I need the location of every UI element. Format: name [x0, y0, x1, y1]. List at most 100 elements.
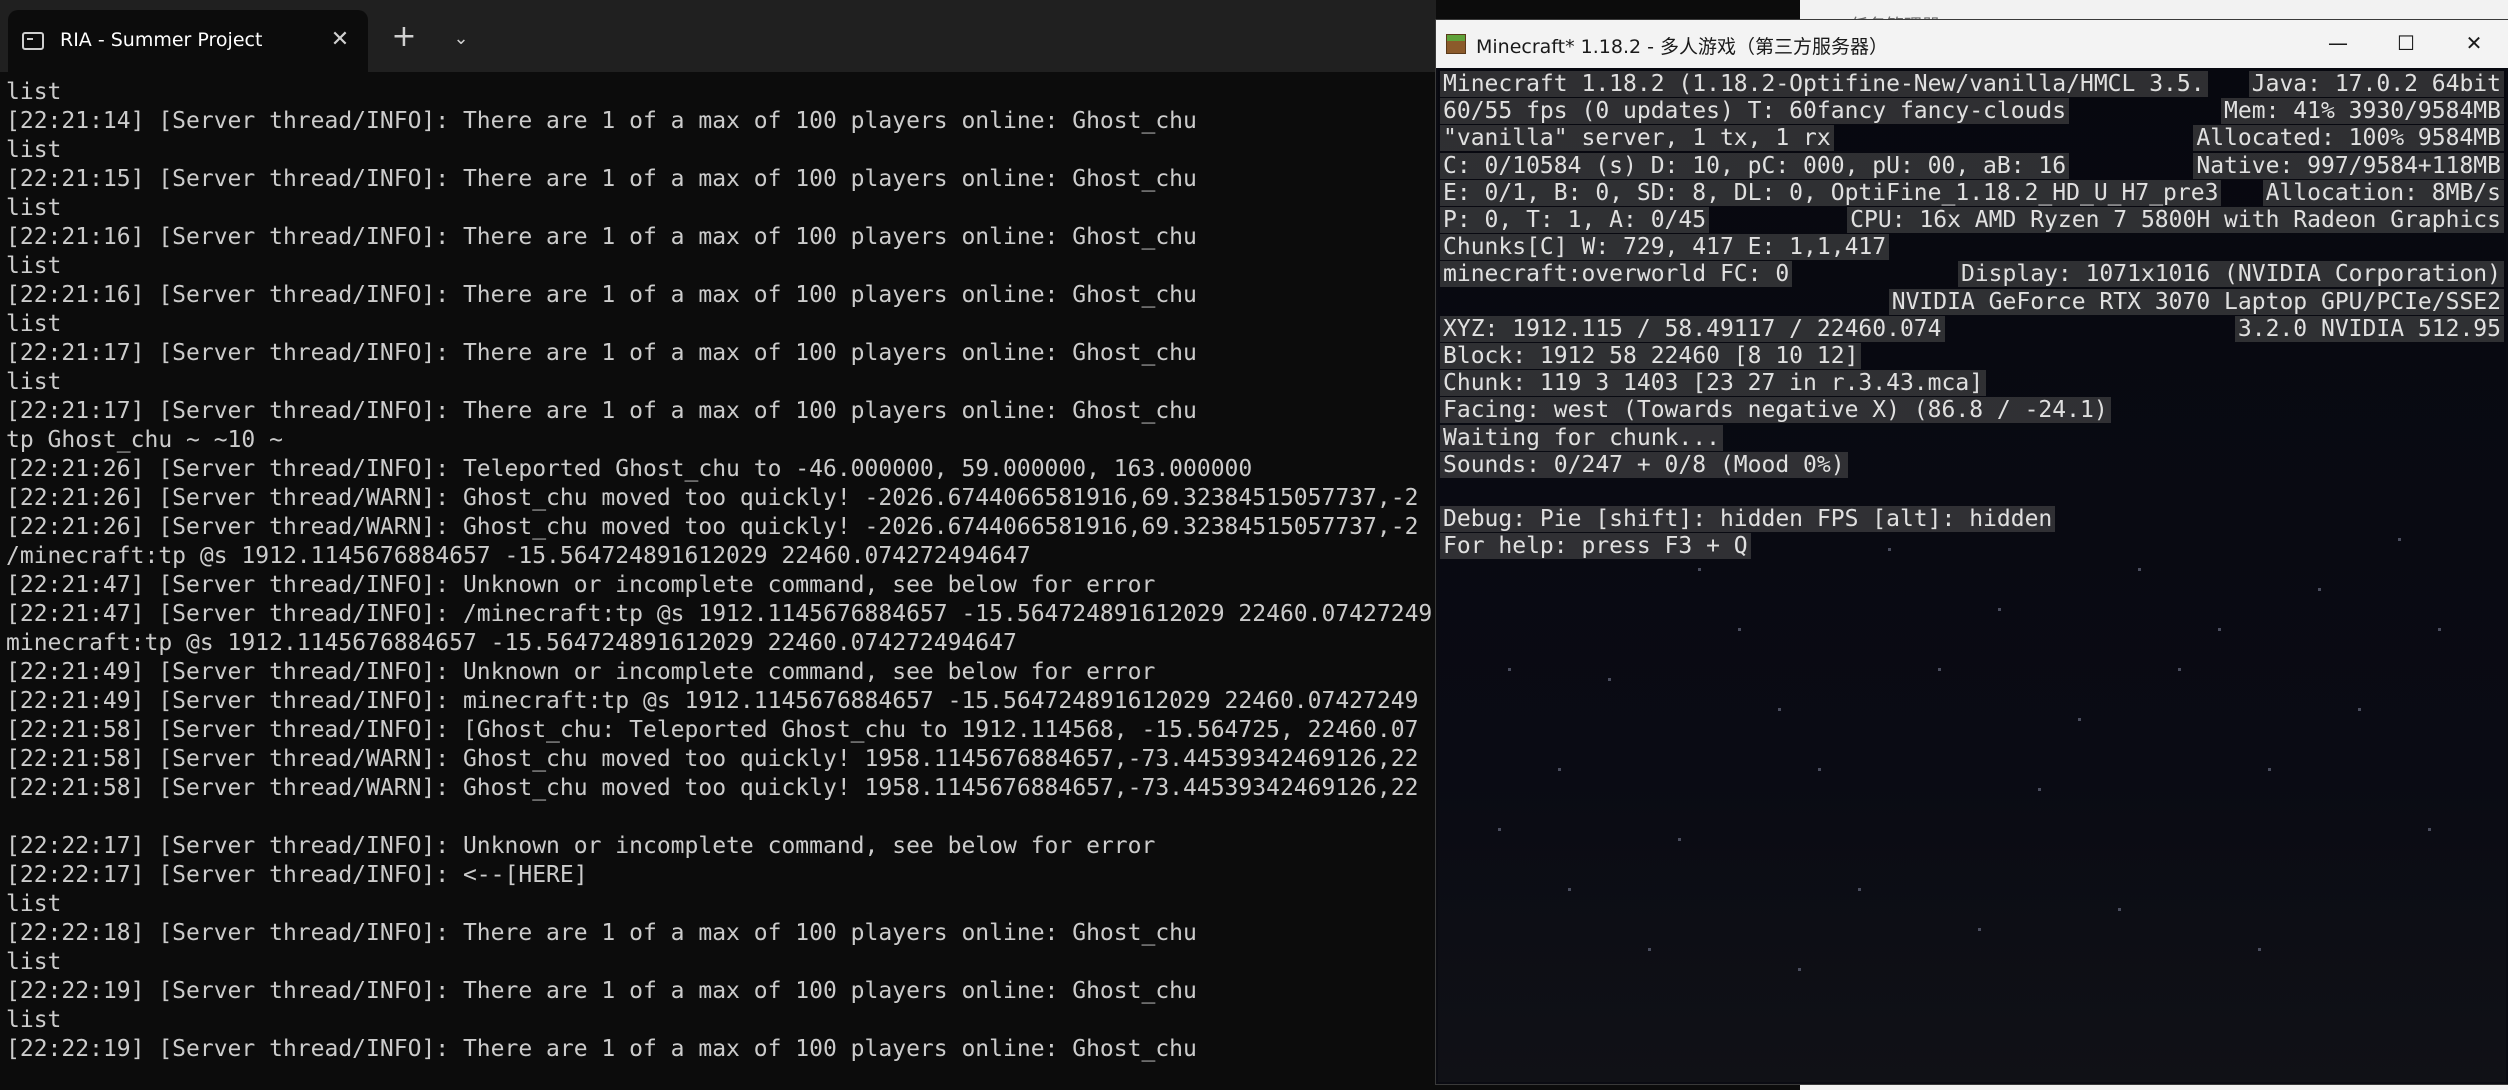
close-tab-icon[interactable]: ✕	[326, 26, 354, 54]
debug-line-right: Allocation: 8MB/s	[2262, 179, 2504, 206]
terminal-line: list	[6, 891, 62, 917]
debug-line-left: 60/55 fps (0 updates) T: 60fancy fancy-c…	[1440, 98, 2070, 125]
terminal-line: list	[6, 311, 62, 337]
terminal-line: [22:21:16] [Server thread/INFO]: There a…	[6, 224, 1197, 250]
terminal-line: [22:22:19] [Server thread/INFO]: There a…	[6, 1036, 1197, 1062]
terminal-line: [22:22:17] [Server thread/INFO]: Unknown…	[6, 833, 1156, 859]
terminal-line: [22:21:16] [Server thread/INFO]: There a…	[6, 282, 1197, 308]
debug-line-left: Minecraft 1.18.2 (1.18.2-Optifine-New/va…	[1440, 71, 2208, 97]
terminal-tab[interactable]: RIA - Summer Project ✕	[8, 10, 368, 72]
debug-line-left: Debug: Pie [shift]: hidden FPS [alt]: hi…	[1440, 506, 2056, 533]
terminal-line: list	[6, 79, 62, 105]
star	[1648, 948, 1651, 951]
debug-line-right: CPU: 16x AMD Ryzen 7 5800H with Radeon G…	[1847, 207, 2504, 233]
debug-line-left: XYZ: 1912.115 / 58.49117 / 22460.074	[1440, 315, 1945, 342]
star	[1938, 668, 1941, 671]
terminal-line: minecraft:tp @s 1912.1145676884657 -15.5…	[6, 630, 1017, 656]
terminal-line: [22:21:49] [Server thread/INFO]: Unknown…	[6, 659, 1156, 685]
star	[1778, 708, 1781, 711]
terminal-line: list	[6, 369, 62, 395]
debug-line-left: Chunk: 119 3 1403 [23 27 in r.3.43.mca]	[1440, 370, 1987, 397]
star	[1738, 628, 1741, 631]
terminal-icon	[22, 32, 44, 50]
star	[1608, 678, 1611, 681]
new-tab-button[interactable]: +	[386, 20, 422, 56]
maximize-button[interactable]: ☐	[2372, 20, 2440, 68]
terminal-line: [22:21:58] [Server thread/INFO]: [Ghost_…	[6, 717, 1419, 743]
terminal-output[interactable]: list [22:21:14] [Server thread/INFO]: The…	[6, 78, 1436, 1090]
minimize-button[interactable]: —	[2304, 20, 2372, 68]
star	[2138, 568, 2141, 571]
terminal-tab-title: RIA - Summer Project	[60, 29, 263, 51]
debug-line-left: Sounds: 0/247 + 0/8 (Mood 0%)	[1440, 451, 1848, 478]
terminal-line: [22:21:47] [Server thread/INFO]: /minecr…	[6, 601, 1433, 627]
close-button[interactable]: ✕	[2440, 20, 2508, 68]
chevron-down-icon[interactable]: ⌄	[444, 22, 478, 56]
debug-line-left: For help: press F3 + Q	[1440, 533, 1751, 560]
terminal-line: [22:22:17] [Server thread/INFO]: <--[HER…	[6, 862, 588, 888]
star	[1998, 608, 2001, 611]
terminal-line: [22:21:26] [Server thread/WARN]: Ghost_c…	[6, 514, 1419, 540]
debug-line-left: "vanilla" server, 1 tx, 1 rx	[1440, 125, 1834, 152]
debug-line-right: NVIDIA GeForce RTX 3070 Laptop GPU/PCIe/…	[1888, 288, 2504, 315]
star	[2178, 668, 2181, 671]
debug-line-right: Allocated: 100% 9584MB	[2193, 125, 2504, 152]
terminal-line: [22:22:19] [Server thread/INFO]: There a…	[6, 978, 1197, 1004]
debug-line-right: Native: 997/9584+118MB	[2193, 152, 2504, 179]
star	[1818, 768, 1821, 771]
terminal-line: [22:21:49] [Server thread/INFO]: minecra…	[6, 688, 1419, 714]
terminal-line: tp Ghost_chu ~ ~10 ~	[6, 427, 283, 453]
debug-line-left: Chunks[C] W: 729, 417 E: 1,1,417	[1440, 234, 1890, 261]
terminal-line: [22:21:15] [Server thread/INFO]: There a…	[6, 166, 1197, 192]
star	[1858, 888, 1861, 891]
terminal-line: [22:21:14] [Server thread/INFO]: There a…	[6, 108, 1197, 134]
star	[1508, 668, 1511, 671]
minecraft-title-bar[interactable]: Minecraft* 1.18.2 - 多人游戏（第三方服务器） — ☐ ✕	[1436, 20, 2508, 68]
star	[2268, 768, 2271, 771]
star	[2318, 588, 2321, 591]
star	[1978, 928, 1981, 931]
terminal-line: [22:21:47] [Server thread/INFO]: Unknown…	[6, 572, 1156, 598]
debug-line-left: P: 0, T: 1, A: 0/45	[1440, 207, 1710, 233]
terminal-line: /minecraft:tp @s 1912.1145676884657 -15.…	[6, 543, 1031, 569]
debug-line-left: C: 0/10584 (s) D: 10, pC: 000, pU: 00, a…	[1440, 152, 2070, 179]
star	[2438, 628, 2441, 631]
star	[2038, 788, 2041, 791]
terminal-line: [22:21:17] [Server thread/INFO]: There a…	[6, 340, 1197, 366]
debug-line-right: 3.2.0 NVIDIA 512.95	[2234, 315, 2504, 342]
star	[1568, 888, 1571, 891]
minecraft-window-title: Minecraft* 1.18.2 - 多人游戏（第三方服务器）	[1476, 36, 1889, 58]
debug-line-left: Facing: west (Towards negative X) (86.8 …	[1440, 397, 2111, 424]
debug-line-right: Java: 17.0.2 64bit	[2248, 71, 2504, 97]
star	[1798, 968, 1801, 971]
star	[2258, 948, 2261, 951]
minecraft-window[interactable]: Minecraft* 1.18.2 - 多人游戏（第三方服务器） — ☐ ✕ M…	[1436, 20, 2508, 1084]
terminal-line: [22:21:26] [Server thread/WARN]: Ghost_c…	[6, 485, 1419, 511]
debug-line-right: Display: 1071x1016 (NVIDIA Corporation)	[1957, 261, 2504, 288]
terminal-line: [22:21:58] [Server thread/WARN]: Ghost_c…	[6, 775, 1419, 801]
debug-line-left: Block: 1912 58 22460 [8 10 12]	[1440, 343, 1862, 369]
star	[1698, 568, 1701, 571]
terminal-line: list	[6, 253, 62, 279]
terminal-window[interactable]: RIA - Summer Project ✕ + ⌄ list [22:21:14…	[0, 0, 1436, 1090]
terminal-line: list	[6, 137, 62, 163]
terminal-tab-bar: RIA - Summer Project ✕ + ⌄	[0, 0, 1436, 72]
debug-line-left: minecraft:overworld FC: 0	[1440, 261, 1793, 288]
terminal-line: [22:21:17] [Server thread/INFO]: There a…	[6, 398, 1197, 424]
terminal-line: [22:22:18] [Server thread/INFO]: There a…	[6, 920, 1197, 946]
star	[2428, 828, 2431, 831]
debug-line-right: Mem: 41% 3930/9584MB	[2221, 98, 2504, 125]
star	[1498, 828, 1501, 831]
minecraft-game-viewport[interactable]: Minecraft 1.18.2 (1.18.2-Optifine-New/va…	[1438, 68, 2506, 1082]
debug-line-left: E: 0/1, B: 0, SD: 8, DL: 0, OptiFine_1.1…	[1440, 179, 2222, 206]
terminal-line: list	[6, 949, 62, 975]
debug-line-left: Waiting for chunk...	[1440, 424, 1723, 451]
star	[1888, 548, 1891, 551]
star	[2078, 718, 2081, 721]
terminal-line: [22:21:58] [Server thread/WARN]: Ghost_c…	[6, 746, 1419, 772]
star	[1678, 838, 1681, 841]
star	[2358, 708, 2361, 711]
terminal-line: list	[6, 1007, 62, 1033]
terminal-line: list	[6, 195, 62, 221]
